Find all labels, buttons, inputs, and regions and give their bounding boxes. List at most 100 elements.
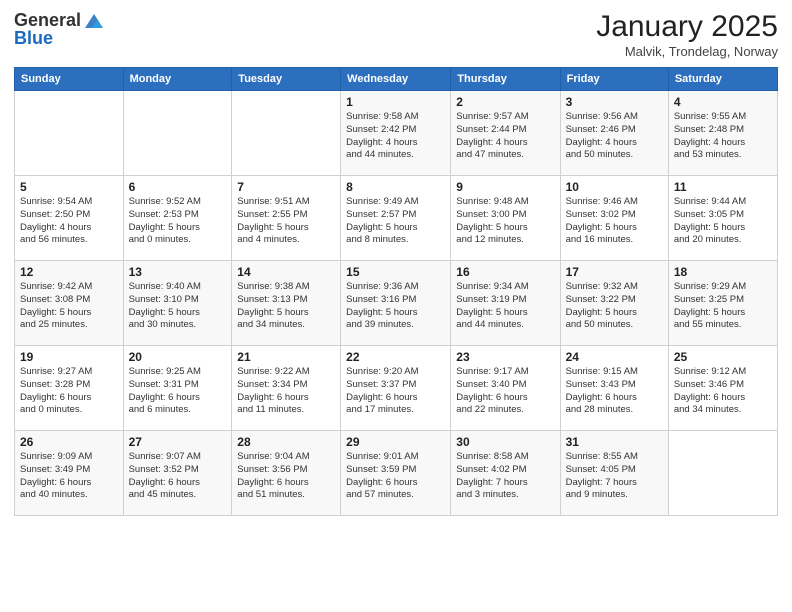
- day-info: Sunrise: 9:22 AM Sunset: 3:34 PM Dayligh…: [237, 366, 335, 417]
- column-header-wednesday: Wednesday: [341, 68, 451, 91]
- calendar-cell: 25 Sunrise: 9:12 AM Sunset: 3:46 PM Dayli…: [668, 346, 777, 431]
- calendar-cell: 9 Sunrise: 9:48 AM Sunset: 3:00 PM Daylig…: [451, 176, 560, 261]
- calendar-cell: 27Sunrise: 9:07 AM Sunset: 3:52 PM Dayli…: [123, 431, 232, 516]
- calendar-week-2: 5 Sunrise: 9:54 AM Sunset: 2:50 PM Daylig…: [15, 176, 778, 261]
- column-header-monday: Monday: [123, 68, 232, 91]
- day-number: 10: [566, 180, 663, 194]
- day-info: Sunrise: 9:27 AM Sunset: 3:28 PM Dayligh…: [20, 366, 118, 417]
- day-info: Sunrise: 9:52 AM Sunset: 2:53 PM Dayligh…: [129, 196, 227, 247]
- day-info: Sunrise: 9:44 AM Sunset: 3:05 PM Dayligh…: [674, 196, 772, 247]
- day-number: 22: [346, 350, 445, 364]
- calendar-week-5: 26Sunrise: 9:09 AM Sunset: 3:49 PM Dayli…: [15, 431, 778, 516]
- day-number: 19: [20, 350, 118, 364]
- title-month: January 2025: [596, 10, 778, 44]
- day-number: 15: [346, 265, 445, 279]
- day-number: 31: [566, 435, 663, 449]
- header-row: SundayMondayTuesdayWednesdayThursdayFrid…: [15, 68, 778, 91]
- day-info: Sunrise: 9:40 AM Sunset: 3:10 PM Dayligh…: [129, 281, 227, 332]
- calendar-cell: 6 Sunrise: 9:52 AM Sunset: 2:53 PM Daylig…: [123, 176, 232, 261]
- logo: General Blue: [14, 10, 105, 49]
- day-number: 23: [456, 350, 554, 364]
- day-info: Sunrise: 9:49 AM Sunset: 2:57 PM Dayligh…: [346, 196, 445, 247]
- calendar-cell: 5 Sunrise: 9:54 AM Sunset: 2:50 PM Daylig…: [15, 176, 124, 261]
- day-number: 21: [237, 350, 335, 364]
- calendar-cell: 18 Sunrise: 9:29 AM Sunset: 3:25 PM Dayli…: [668, 261, 777, 346]
- calendar-header: SundayMondayTuesdayWednesdayThursdayFrid…: [15, 68, 778, 91]
- day-number: 29: [346, 435, 445, 449]
- title-block: January 2025 Malvik, Trondelag, Norway: [596, 10, 778, 59]
- day-number: 28: [237, 435, 335, 449]
- calendar-cell: [123, 91, 232, 176]
- calendar-week-4: 19 Sunrise: 9:27 AM Sunset: 3:28 PM Dayli…: [15, 346, 778, 431]
- column-header-tuesday: Tuesday: [232, 68, 341, 91]
- calendar-cell: 29 Sunrise: 9:01 AM Sunset: 3:59 PM Dayli…: [341, 431, 451, 516]
- day-number: 16: [456, 265, 554, 279]
- day-info: Sunrise: 8:58 AM Sunset: 4:02 PM Dayligh…: [456, 451, 554, 502]
- calendar-table: SundayMondayTuesdayWednesdayThursdayFrid…: [14, 67, 778, 516]
- title-location: Malvik, Trondelag, Norway: [596, 44, 778, 59]
- day-number: 24: [566, 350, 663, 364]
- calendar-cell: 19 Sunrise: 9:27 AM Sunset: 3:28 PM Dayli…: [15, 346, 124, 431]
- day-number: 8: [346, 180, 445, 194]
- page: General Blue January 2025 Malvik, Tronde…: [0, 0, 792, 612]
- column-header-thursday: Thursday: [451, 68, 560, 91]
- day-number: 1: [346, 95, 445, 109]
- calendar-week-3: 12 Sunrise: 9:42 AM Sunset: 3:08 PM Dayli…: [15, 261, 778, 346]
- day-info: Sunrise: 9:46 AM Sunset: 3:02 PM Dayligh…: [566, 196, 663, 247]
- day-info: Sunrise: 9:12 AM Sunset: 3:46 PM Dayligh…: [674, 366, 772, 417]
- column-header-sunday: Sunday: [15, 68, 124, 91]
- calendar-cell: 28 Sunrise: 9:04 AM Sunset: 3:56 PM Dayli…: [232, 431, 341, 516]
- column-header-friday: Friday: [560, 68, 668, 91]
- day-info: Sunrise: 9:55 AM Sunset: 2:48 PM Dayligh…: [674, 111, 772, 162]
- calendar-cell: 17 Sunrise: 9:32 AM Sunset: 3:22 PM Dayli…: [560, 261, 668, 346]
- day-info: Sunrise: 9:29 AM Sunset: 3:25 PM Dayligh…: [674, 281, 772, 332]
- day-number: 27: [129, 435, 227, 449]
- calendar-cell: 16Sunrise: 9:34 AM Sunset: 3:19 PM Dayli…: [451, 261, 560, 346]
- day-info: Sunrise: 9:42 AM Sunset: 3:08 PM Dayligh…: [20, 281, 118, 332]
- calendar-cell: [15, 91, 124, 176]
- day-number: 18: [674, 265, 772, 279]
- header: General Blue January 2025 Malvik, Tronde…: [14, 10, 778, 59]
- day-info: Sunrise: 9:57 AM Sunset: 2:44 PM Dayligh…: [456, 111, 554, 162]
- calendar-cell: 2Sunrise: 9:57 AM Sunset: 2:44 PM Daylig…: [451, 91, 560, 176]
- day-info: Sunrise: 9:48 AM Sunset: 3:00 PM Dayligh…: [456, 196, 554, 247]
- day-info: Sunrise: 9:32 AM Sunset: 3:22 PM Dayligh…: [566, 281, 663, 332]
- day-info: Sunrise: 9:01 AM Sunset: 3:59 PM Dayligh…: [346, 451, 445, 502]
- calendar-cell: 4 Sunrise: 9:55 AM Sunset: 2:48 PM Daylig…: [668, 91, 777, 176]
- calendar-cell: 26Sunrise: 9:09 AM Sunset: 3:49 PM Dayli…: [15, 431, 124, 516]
- calendar-cell: 20Sunrise: 9:25 AM Sunset: 3:31 PM Dayli…: [123, 346, 232, 431]
- calendar-cell: 14 Sunrise: 9:38 AM Sunset: 3:13 PM Dayli…: [232, 261, 341, 346]
- day-number: 12: [20, 265, 118, 279]
- calendar-cell: 23 Sunrise: 9:17 AM Sunset: 3:40 PM Dayli…: [451, 346, 560, 431]
- day-info: Sunrise: 9:09 AM Sunset: 3:49 PM Dayligh…: [20, 451, 118, 502]
- day-number: 9: [456, 180, 554, 194]
- calendar-cell: 13 Sunrise: 9:40 AM Sunset: 3:10 PM Dayli…: [123, 261, 232, 346]
- day-info: Sunrise: 9:17 AM Sunset: 3:40 PM Dayligh…: [456, 366, 554, 417]
- column-header-saturday: Saturday: [668, 68, 777, 91]
- day-number: 6: [129, 180, 227, 194]
- logo-icon: [83, 10, 105, 32]
- day-info: Sunrise: 9:38 AM Sunset: 3:13 PM Dayligh…: [237, 281, 335, 332]
- calendar-cell: 1Sunrise: 9:58 AM Sunset: 2:42 PM Daylig…: [341, 91, 451, 176]
- day-number: 14: [237, 265, 335, 279]
- day-number: 3: [566, 95, 663, 109]
- calendar-cell: [232, 91, 341, 176]
- day-info: Sunrise: 9:54 AM Sunset: 2:50 PM Dayligh…: [20, 196, 118, 247]
- day-number: 4: [674, 95, 772, 109]
- day-number: 17: [566, 265, 663, 279]
- day-info: Sunrise: 9:04 AM Sunset: 3:56 PM Dayligh…: [237, 451, 335, 502]
- day-number: 25: [674, 350, 772, 364]
- day-number: 5: [20, 180, 118, 194]
- calendar-cell: 11 Sunrise: 9:44 AM Sunset: 3:05 PM Dayli…: [668, 176, 777, 261]
- day-info: Sunrise: 9:20 AM Sunset: 3:37 PM Dayligh…: [346, 366, 445, 417]
- calendar-week-1: 1Sunrise: 9:58 AM Sunset: 2:42 PM Daylig…: [15, 91, 778, 176]
- calendar-cell: 7Sunrise: 9:51 AM Sunset: 2:55 PM Daylig…: [232, 176, 341, 261]
- day-number: 11: [674, 180, 772, 194]
- day-number: 7: [237, 180, 335, 194]
- calendar-cell: 21 Sunrise: 9:22 AM Sunset: 3:34 PM Dayli…: [232, 346, 341, 431]
- calendar-cell: 22 Sunrise: 9:20 AM Sunset: 3:37 PM Dayli…: [341, 346, 451, 431]
- day-number: 13: [129, 265, 227, 279]
- day-info: Sunrise: 9:56 AM Sunset: 2:46 PM Dayligh…: [566, 111, 663, 162]
- calendar-cell: [668, 431, 777, 516]
- calendar-cell: 31Sunrise: 8:55 AM Sunset: 4:05 PM Dayli…: [560, 431, 668, 516]
